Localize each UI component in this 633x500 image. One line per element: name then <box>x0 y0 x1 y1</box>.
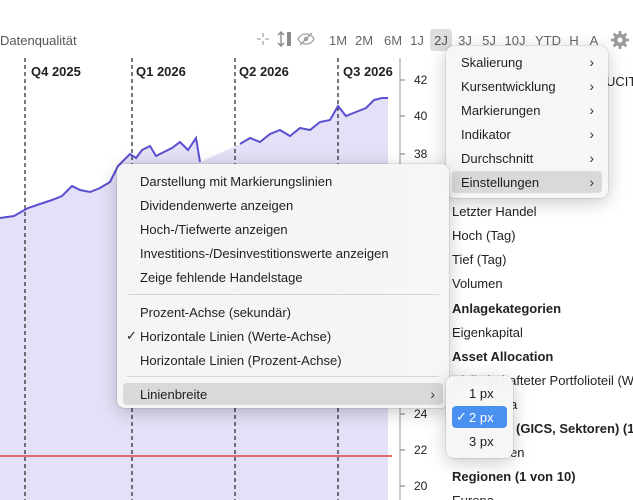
range-button-1j[interactable]: 1J <box>408 29 426 51</box>
y-tick-label: 42 <box>414 73 428 87</box>
chevron-right-icon: › <box>589 126 594 142</box>
side-partial-text: UCITS <box>606 74 633 89</box>
settings-option[interactable]: Darstellung mit Markierungslinien <box>123 170 443 192</box>
settings-option[interactable]: Investitions-/Desinvestitionswerte anzei… <box>123 242 443 264</box>
gear-icon[interactable] <box>610 30 630 50</box>
settings-toggle[interactable]: ✓ Horizontale Linien (Werte-Achse) <box>123 325 443 347</box>
y-tick-label: 22 <box>414 443 428 457</box>
side-item: Volumen <box>452 276 503 291</box>
menu-item-label: Linienbreite <box>140 386 208 402</box>
chevron-right-icon: › <box>589 54 594 70</box>
side-section-heading: (GICS, Sektoren) (1 v <box>516 421 633 436</box>
menu-separator <box>127 376 439 377</box>
y-tick-label: 24 <box>414 407 428 421</box>
menu-item-label: Indikator <box>461 126 511 142</box>
settings-toggle-label: Horizontale Linien (Prozent-Achse) <box>140 352 342 368</box>
chevron-right-icon: › <box>589 78 594 94</box>
line-width-label: 1 px <box>469 385 494 401</box>
settings-toggle-label: Horizontale Linien (Werte-Achse) <box>140 328 332 344</box>
line-width-option[interactable]: ✓ 2 px <box>452 406 507 428</box>
menu-item-linienbreite[interactable]: Linienbreite › <box>123 383 443 405</box>
chevron-right-icon: › <box>589 150 594 166</box>
chevron-right-icon: › <box>589 102 594 118</box>
quarter-label: Q4 2025 <box>31 64 81 79</box>
line-width-option[interactable]: 3 px <box>452 430 507 452</box>
line-width-label: 2 px <box>469 409 494 425</box>
vertical-resize-icon[interactable] <box>276 30 294 48</box>
side-item: Europa <box>452 493 494 500</box>
range-button-2m[interactable]: 2M <box>352 29 376 51</box>
menu-item-kursentwicklung[interactable]: Kursentwicklung › <box>452 75 602 97</box>
chevron-right-icon: › <box>430 386 435 402</box>
y-tick-label: 20 <box>414 479 428 493</box>
menu-item-durchschnitt[interactable]: Durchschnitt › <box>452 147 602 169</box>
menu-item-label: Skalierung <box>461 54 523 70</box>
menu-separator <box>127 294 439 295</box>
checkmark-icon: ✓ <box>126 328 137 343</box>
line-width-option[interactable]: 1 px <box>452 382 507 404</box>
settings-toggle[interactable]: Prozent-Achse (sekundär) <box>123 301 443 323</box>
menu-item-markierungen[interactable]: Markierungen › <box>452 99 602 121</box>
menu-item-skalierung[interactable]: Skalierung › <box>452 51 602 73</box>
y-tick-label: 40 <box>414 109 428 123</box>
settings-toggle[interactable]: Horizontale Linien (Prozent-Achse) <box>123 349 443 371</box>
range-button-6m[interactable]: 6M <box>381 29 405 51</box>
side-item: Hoch (Tag) <box>452 228 516 243</box>
menu-item-label: Durchschnitt <box>461 150 534 166</box>
range-button-1m[interactable]: 1M <box>327 29 349 51</box>
quarter-label: Q2 2026 <box>239 64 289 79</box>
side-item: Tief (Tag) <box>452 252 507 267</box>
settings-option[interactable]: Zeige fehlende Handelstage <box>123 266 443 288</box>
y-tick-label: 38 <box>414 147 428 161</box>
side-item: Letzter Handel <box>452 204 537 219</box>
settings-toggle-label: Prozent-Achse (sekundär) <box>140 304 292 320</box>
menu-item-label: Einstellungen <box>461 174 540 190</box>
chevron-right-icon: › <box>589 174 594 190</box>
settings-option[interactable]: Dividendenwerte anzeigen <box>123 194 443 216</box>
crosshair-icon[interactable] <box>254 30 272 48</box>
checkmark-icon: ✓ <box>456 409 467 424</box>
chart-options-menu: Skalierung › Kursentwicklung › Markierungen ›… <box>446 46 608 198</box>
quarter-label: Q3 2026 <box>343 64 393 79</box>
line-width-submenu: 1 px ✓ 2 px 3 px <box>446 376 513 458</box>
side-section-heading: Asset Allocation <box>452 349 554 364</box>
side-section-heading: Regionen (1 von 10) <box>452 469 576 484</box>
menu-item-einstellungen[interactable]: Einstellungen › <box>452 171 602 193</box>
line-width-label: 3 px <box>469 433 494 449</box>
side-item: Eigenkapital <box>452 325 523 340</box>
menu-item-indikator[interactable]: Indikator › <box>452 123 602 145</box>
quarter-label: Q1 2026 <box>136 64 186 79</box>
settings-option[interactable]: Hoch-/Tiefwerte anzeigen <box>123 218 443 240</box>
menu-item-label: Kursentwicklung <box>461 78 556 94</box>
menu-item-label: Markierungen <box>461 102 541 118</box>
settings-submenu: Darstellung mit Markierungslinien Dividen… <box>117 164 449 408</box>
side-section-heading: Anlagekategorien <box>452 301 562 316</box>
hide-icon[interactable] <box>297 30 315 48</box>
toolbar-title: Datenqualität <box>0 33 77 48</box>
